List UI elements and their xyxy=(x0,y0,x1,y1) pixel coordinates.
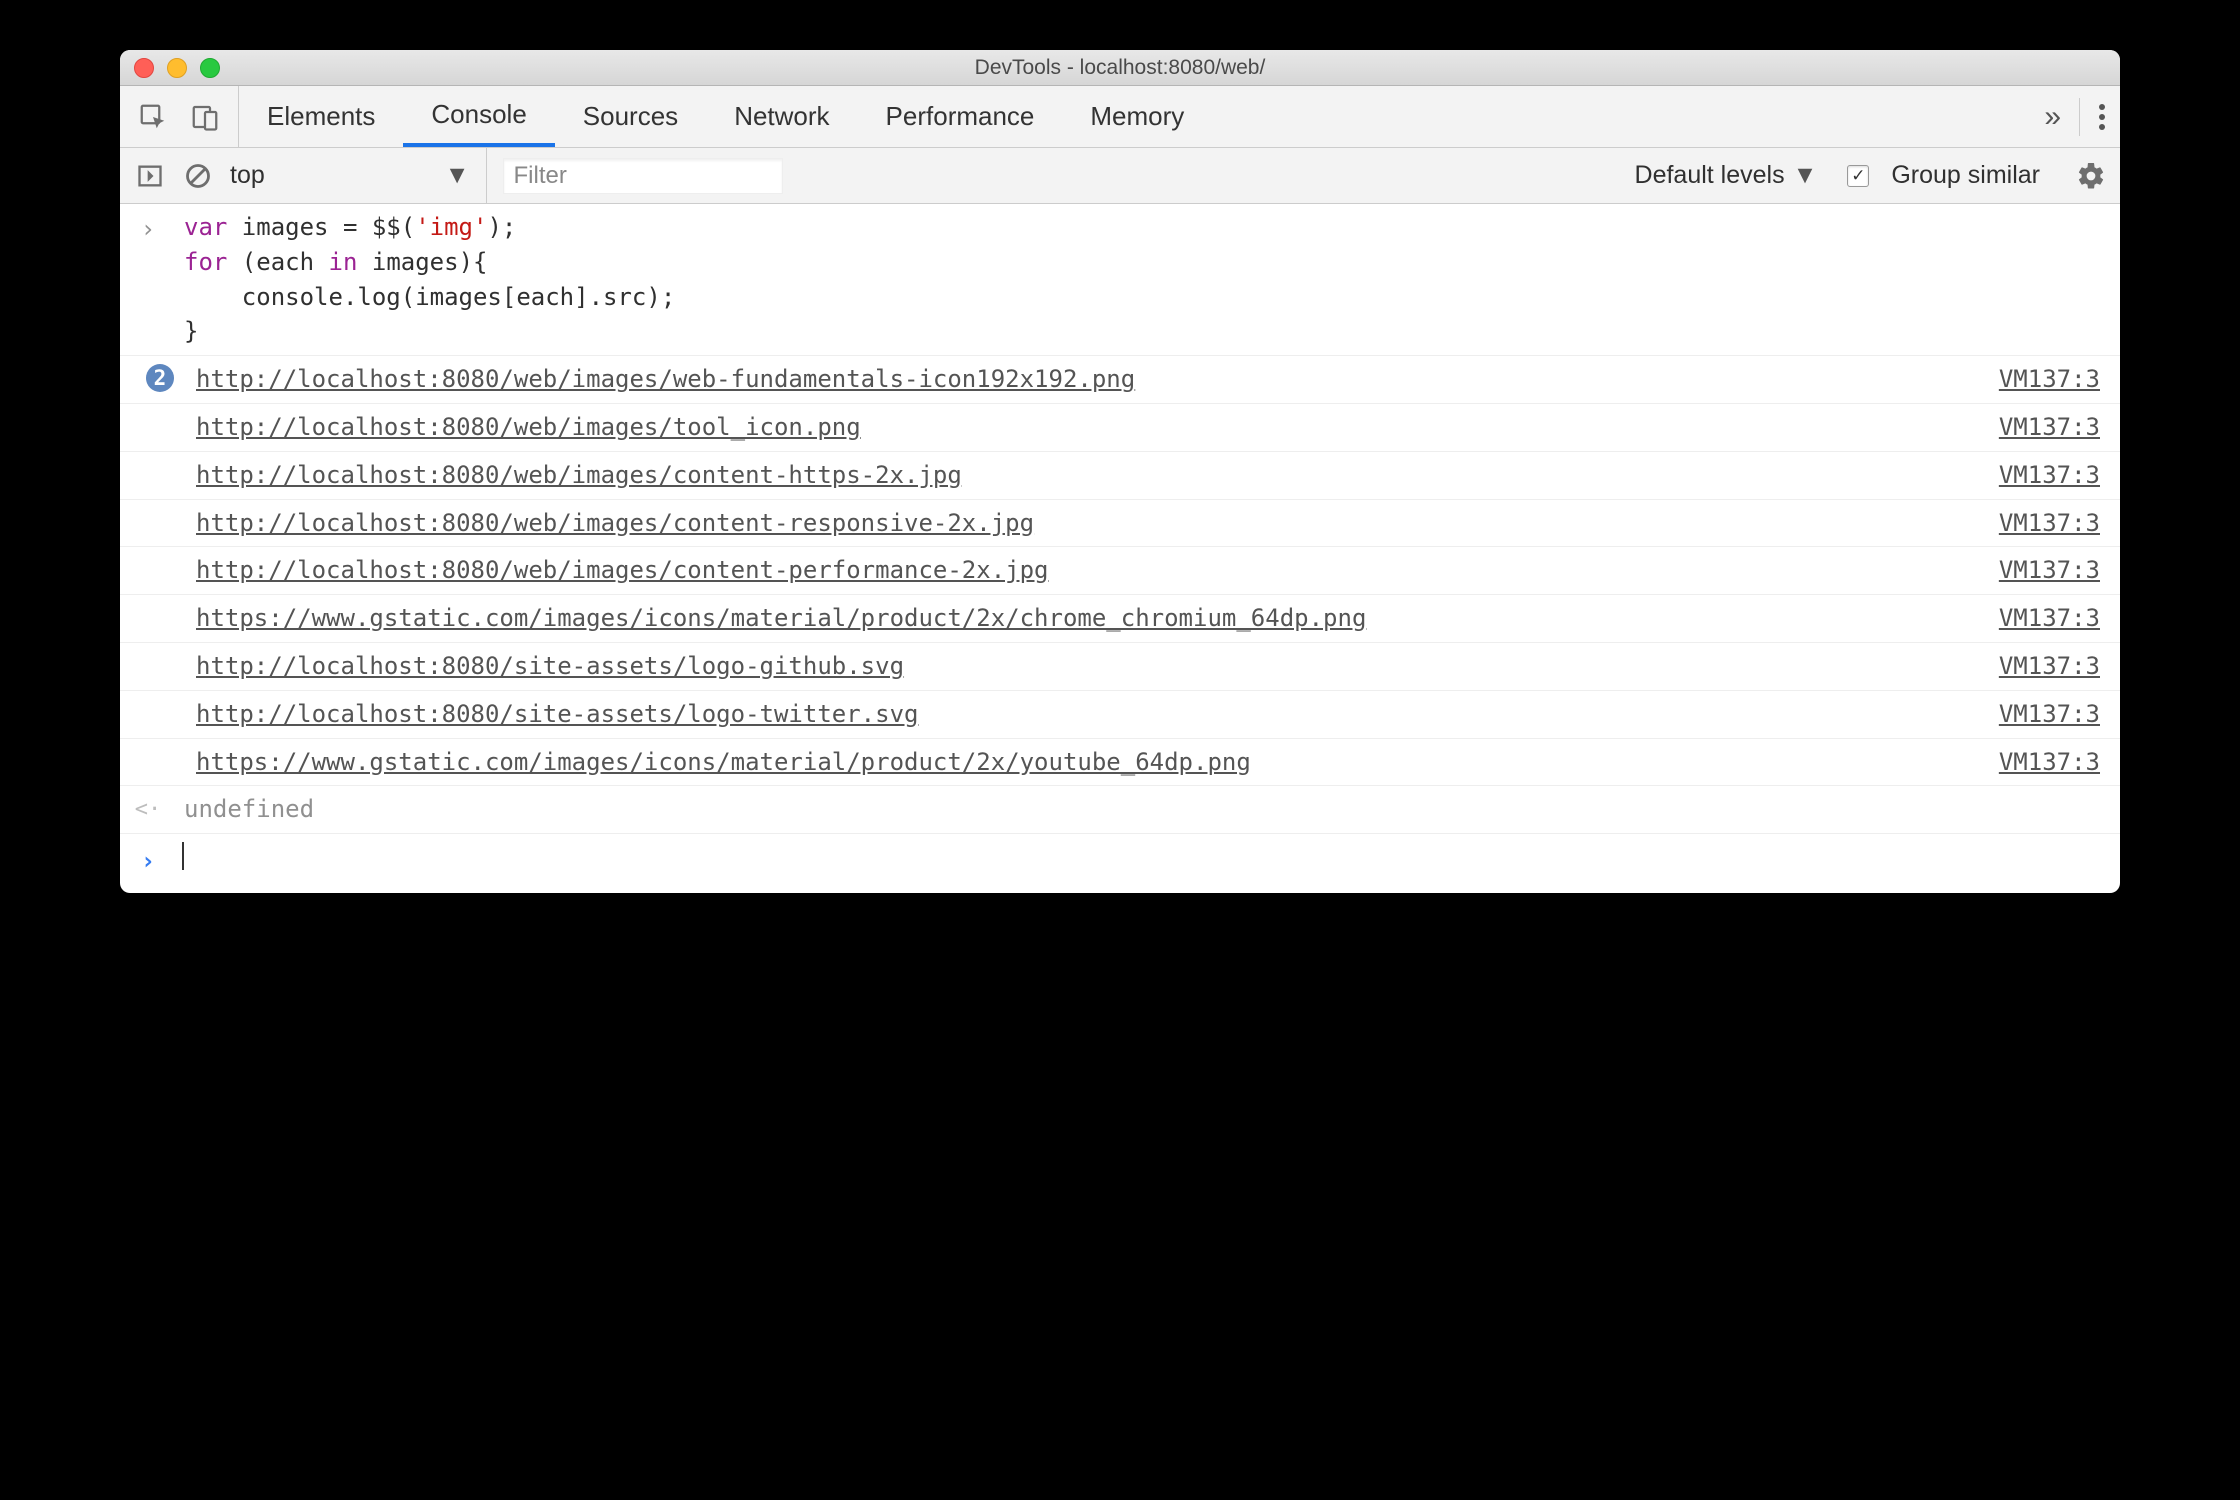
log-url-link[interactable]: http://localhost:8080/web/images/content… xyxy=(196,556,1049,584)
log-source-link[interactable]: VM137:3 xyxy=(1979,601,2100,636)
context-selector[interactable]: top ▼ xyxy=(230,148,487,203)
input-chevron-icon: › xyxy=(130,210,166,247)
gear-icon[interactable] xyxy=(2076,161,2106,191)
tab-network[interactable]: Network xyxy=(706,86,857,147)
console-output: › var images = $$('img'); for (each in i… xyxy=(120,204,2120,893)
log-source-link[interactable]: VM137:3 xyxy=(1979,506,2100,541)
log-source-link[interactable]: VM137:3 xyxy=(1979,362,2100,397)
log-url-link[interactable]: https://www.gstatic.com/images/icons/mat… xyxy=(196,748,1251,776)
log-url-link[interactable]: https://www.gstatic.com/images/icons/mat… xyxy=(196,604,1366,632)
group-similar-label: Group similar xyxy=(1891,161,2040,190)
filter-input[interactable]: Filter xyxy=(503,158,783,194)
log-source-link[interactable]: VM137:3 xyxy=(1979,649,2100,684)
log-source-link[interactable]: VM137:3 xyxy=(1979,458,2100,493)
tab-console[interactable]: Console xyxy=(403,86,554,147)
repeat-count-badge: 2 xyxy=(146,364,174,392)
console-prompt[interactable]: › xyxy=(120,834,2120,893)
filter-placeholder: Filter xyxy=(514,162,567,190)
chevron-down-icon: ▼ xyxy=(445,161,470,190)
console-log-row: http://localhost:8080/web/images/tool_ic… xyxy=(120,404,2120,452)
sidebar-toggle-icon[interactable] xyxy=(134,160,166,192)
tab-memory[interactable]: Memory xyxy=(1062,86,1212,147)
tab-elements[interactable]: Elements xyxy=(239,86,403,147)
levels-label: Default levels xyxy=(1635,161,1785,190)
console-log-row: 2 http://localhost:8080/web/images/web-fu… xyxy=(120,356,2120,404)
titlebar: DevTools - localhost:8080/web/ xyxy=(120,50,2120,86)
console-log-row: https://www.gstatic.com/images/icons/mat… xyxy=(120,595,2120,643)
minimize-window-button[interactable] xyxy=(167,58,187,78)
console-log-row: https://www.gstatic.com/images/icons/mat… xyxy=(120,739,2120,787)
chevron-down-icon: ▼ xyxy=(1793,161,1818,190)
log-url-link[interactable]: http://localhost:8080/web/images/content… xyxy=(196,509,1034,537)
log-url-link[interactable]: http://localhost:8080/web/images/web-fun… xyxy=(196,365,1135,393)
clear-console-icon[interactable] xyxy=(182,160,214,192)
console-log-row: http://localhost:8080/web/images/content… xyxy=(120,500,2120,548)
return-value: undefined xyxy=(166,792,314,827)
prompt-chevron-icon: › xyxy=(130,842,166,879)
tab-performance[interactable]: Performance xyxy=(858,86,1063,147)
console-log-row: http://localhost:8080/web/images/content… xyxy=(120,547,2120,595)
log-source-link[interactable]: VM137:3 xyxy=(1979,745,2100,780)
tab-sources[interactable]: Sources xyxy=(555,86,706,147)
kebab-menu-icon[interactable] xyxy=(2098,102,2106,132)
return-chevron-icon: <· xyxy=(130,792,166,827)
log-source-link[interactable]: VM137:3 xyxy=(1979,553,2100,588)
log-url-link[interactable]: http://localhost:8080/web/images/content… xyxy=(196,461,962,489)
log-source-link[interactable]: VM137:3 xyxy=(1979,410,2100,445)
log-url-link[interactable]: http://localhost:8080/web/images/tool_ic… xyxy=(196,413,861,441)
tab-bar: ElementsConsoleSourcesNetworkPerformance… xyxy=(120,86,2120,148)
inspect-element-icon[interactable] xyxy=(138,102,168,132)
log-source-link[interactable]: VM137:3 xyxy=(1979,697,2100,732)
zoom-window-button[interactable] xyxy=(200,58,220,78)
log-url-link[interactable]: http://localhost:8080/site-assets/logo-t… xyxy=(196,700,918,728)
console-input-echo: › var images = $$('img'); for (each in i… xyxy=(120,204,2120,356)
divider xyxy=(2079,98,2080,136)
device-toolbar-icon[interactable] xyxy=(190,102,220,132)
window-title: DevTools - localhost:8080/web/ xyxy=(975,56,1266,80)
console-log-row: http://localhost:8080/site-assets/logo-t… xyxy=(120,691,2120,739)
log-levels-selector[interactable]: Default levels ▼ xyxy=(1635,161,1818,190)
traffic-lights xyxy=(134,58,220,78)
return-value-row: <· undefined xyxy=(120,786,2120,834)
more-tabs-icon[interactable]: » xyxy=(2044,100,2061,134)
text-cursor xyxy=(182,842,184,870)
devtools-window: DevTools - localhost:8080/web/ ElementsC… xyxy=(120,50,2120,893)
context-label: top xyxy=(230,161,265,190)
console-log-row: http://localhost:8080/site-assets/logo-g… xyxy=(120,643,2120,691)
group-similar-checkbox[interactable]: ✓ xyxy=(1847,165,1869,187)
console-log-row: http://localhost:8080/web/images/content… xyxy=(120,452,2120,500)
close-window-button[interactable] xyxy=(134,58,154,78)
code-block: var images = $$('img'); for (each in ima… xyxy=(166,210,675,349)
console-toolbar: top ▼ Filter Default levels ▼ ✓ Group si… xyxy=(120,148,2120,204)
log-url-link[interactable]: http://localhost:8080/site-assets/logo-g… xyxy=(196,652,904,680)
